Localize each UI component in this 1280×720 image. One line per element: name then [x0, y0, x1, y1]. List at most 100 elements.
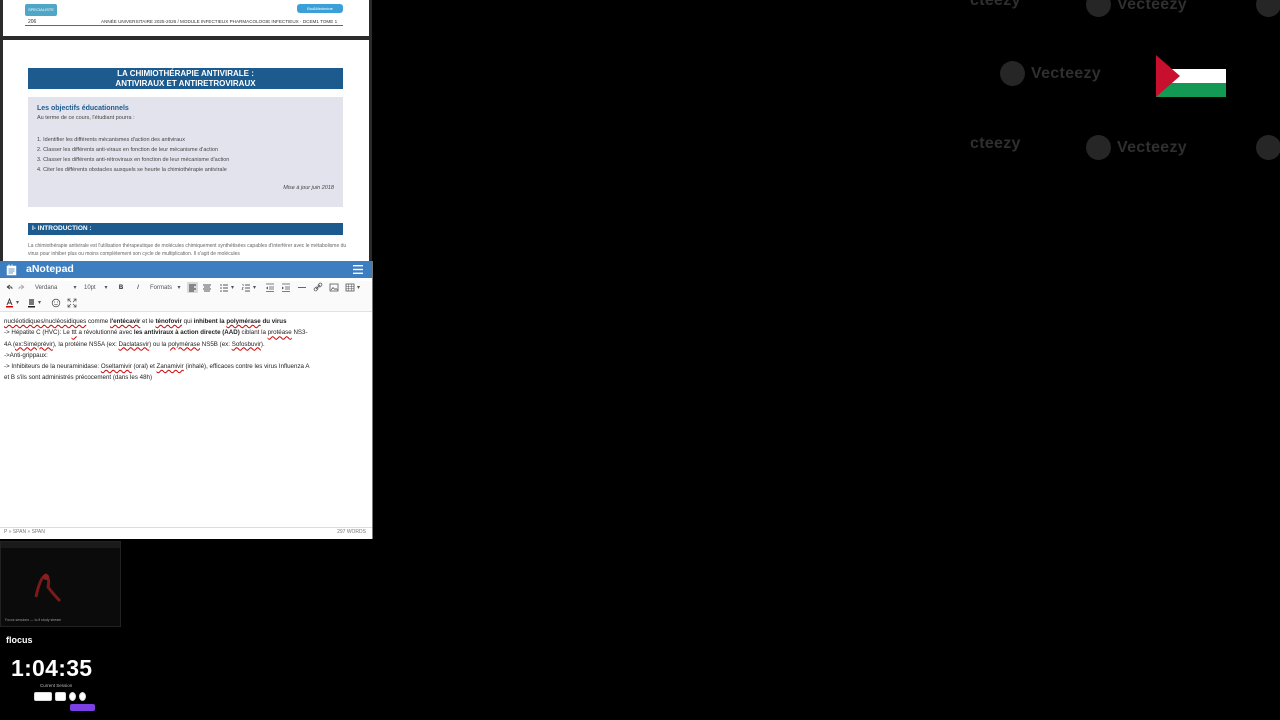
text-run: ciblant la: [239, 329, 268, 337]
text-run: ténofovir: [155, 318, 182, 325]
text-run: ), la protéine NS5A (ex:: [52, 340, 119, 348]
watermark: [1256, 135, 1280, 160]
text-run: 4A (: [4, 340, 16, 348]
vecteezy-logo-icon: [1256, 0, 1280, 17]
chevron-down-icon: ▾: [37, 300, 41, 306]
timer-mode-button[interactable]: [55, 692, 66, 701]
pdf-page: LA CHIMIOTHÉRAPIE ANTIVIRALE : ANTIVIRAU…: [3, 40, 369, 261]
pdf-title-line-2: ANTIVIRAUX ET ANTIRETROVIRAUX: [115, 78, 256, 88]
text-run: (inhalé), efficaces contre les virus Inf…: [183, 363, 310, 371]
video-caption: Focus sessions — lo-fi study stream: [5, 618, 62, 622]
text-run: NS3-: [291, 329, 308, 337]
text-run: -> Inhibiteurs de la neuraminidase:: [4, 363, 101, 371]
watermark-text: cteezy: [970, 0, 1021, 9]
text-run: et le: [140, 318, 156, 325]
watermark-text: Vecteezy: [1117, 138, 1188, 156]
editor-line: -> Hépatite C (HVC): Le ttt a révolution…: [4, 327, 370, 338]
notepad-titlebar: aNotepad: [0, 261, 372, 278]
editor-line: ->Anti-grippaux:: [4, 351, 48, 359]
link-icon[interactable]: [313, 282, 323, 292]
text-run: Daclatasvir: [118, 340, 150, 348]
pdf-title-line-1: LA CHIMIOTHÉRAPIE ANTIVIRALE :: [117, 69, 254, 78]
timer-reset-button[interactable]: [69, 692, 76, 701]
italic-button[interactable]: I: [134, 283, 142, 293]
text-run: polymérase: [168, 340, 201, 348]
timer-session-label: Current Session: [40, 683, 73, 688]
video-preview[interactable]: Focus sessions — lo-fi study stream: [0, 541, 121, 627]
bold-button[interactable]: B: [117, 283, 125, 293]
vecteezy-logo-icon: [1256, 135, 1280, 160]
pdf-intro-text: La chimiothérapie antivirale est l'utili…: [28, 243, 347, 257]
chevron-down-icon: ▾: [177, 285, 181, 291]
timer-controls: [34, 692, 86, 701]
timer-pause-button[interactable]: [34, 692, 52, 701]
chevron-down-icon: ▾: [356, 285, 360, 291]
text-color-icon[interactable]: [5, 298, 14, 308]
watermark-text: Vecteezy: [1031, 64, 1102, 82]
editor-content[interactable]: nucléotidiques/nucléosidiques comme l'en…: [4, 316, 370, 384]
align-left-icon[interactable]: [187, 282, 198, 293]
timer-settings-button[interactable]: [79, 692, 86, 701]
list-item: 1. Identifier les différents mécanismes …: [37, 137, 185, 143]
text-run: qui: [181, 318, 194, 325]
text-run: nucléotidiques/nucléosidiques: [4, 318, 87, 325]
font-family-select[interactable]: Verdana: [35, 283, 71, 293]
text-run: protéase: [267, 329, 292, 337]
image-icon[interactable]: [329, 282, 339, 292]
pdf-objectives-box: Les objectifs éducationnels Au terme de …: [28, 97, 343, 207]
editor-line: et B s'ils sont administrés précocement …: [4, 374, 153, 382]
vecteezy-logo-icon: [1086, 135, 1111, 160]
pdf-header-rule: [25, 25, 343, 26]
editor-statusbar: P » SPAN » SPAN 297 WORDS: [0, 527, 372, 539]
formats-select[interactable]: Formats: [150, 283, 176, 293]
chevron-down-icon: ▾: [104, 285, 108, 291]
text-run: NS5B (ex:: [200, 340, 232, 348]
chevron-down-icon: ▾: [15, 300, 19, 306]
align-center-icon[interactable]: [202, 282, 212, 292]
pdf-objectives-list: 1. Identifier les différents mécanismes …: [37, 135, 229, 175]
outdent-icon[interactable]: [265, 282, 275, 292]
text-run: du virus: [260, 318, 287, 325]
chevron-down-icon: ▾: [252, 285, 256, 291]
flocus-label: flocus: [6, 635, 33, 645]
notepad-window[interactable]: aNotepad Verdana ▾ 10pt ▾ B I Formats ▾: [0, 261, 373, 539]
text-run: ) ou la: [149, 340, 169, 348]
text-run: Oseltamivir: [100, 363, 132, 371]
text-run: ).: [260, 340, 265, 348]
text-run: a révolutionné avec: [76, 329, 134, 337]
pdf-viewer[interactable]: SPECIALISTE UNIVERSITAIRE Bio&Medecine 2…: [0, 0, 372, 261]
pdf-update-date: Mise à jour juin 2018: [283, 185, 334, 191]
text-run: l'entécavir: [109, 318, 141, 325]
watermark: Vecteezy: [1086, 0, 1187, 17]
bullet-list-icon[interactable]: [219, 282, 229, 292]
redo-icon[interactable]: [18, 283, 26, 293]
undo-icon[interactable]: [5, 283, 13, 293]
list-item: 4. Citer les différents obstacles auxque…: [37, 167, 227, 173]
text-run: ex:Siméprévir: [15, 340, 53, 348]
editor-toolbar: Verdana ▾ 10pt ▾ B I Formats ▾ ▾ ▾ ▾ ▾ ▾: [0, 281, 372, 312]
notepad-icon: [6, 264, 17, 276]
brand-badge: [70, 704, 95, 711]
text-run: Zanamivir: [156, 363, 184, 371]
pdf-header-tag: SPECIALISTE UNIVERSITAIRE: [25, 4, 57, 24]
editor-line: nucléotidiques/nucléosidiques comme l'en…: [4, 316, 370, 327]
video-frame-figure: [34, 573, 62, 603]
indent-icon[interactable]: [281, 282, 291, 292]
highlight-color-icon[interactable]: [27, 298, 36, 308]
video-titlebar: [1, 542, 120, 548]
word-count: 297 WORDS: [337, 529, 366, 535]
emoji-icon[interactable]: [51, 298, 61, 308]
text-run: Sofosbuvir: [231, 340, 261, 348]
editor-line: -> Inhibiteurs de la neuraminidase: Osel…: [4, 361, 370, 372]
palestine-flag-icon: [1156, 55, 1226, 97]
watermark: Vecteezy: [1000, 61, 1101, 86]
editor-line: 4A (ex:Siméprévir), la protéine NS5A (ex…: [4, 339, 370, 350]
text-run: polymérase: [226, 318, 261, 325]
fullscreen-icon[interactable]: [67, 298, 77, 308]
table-icon[interactable]: [345, 282, 355, 292]
hamburger-menu-icon[interactable]: [352, 264, 364, 275]
text-run: inhibent la: [193, 318, 227, 325]
font-size-select[interactable]: 10pt: [84, 283, 102, 293]
numbered-list-icon[interactable]: [241, 282, 251, 292]
horizontal-rule-icon[interactable]: [297, 282, 307, 292]
